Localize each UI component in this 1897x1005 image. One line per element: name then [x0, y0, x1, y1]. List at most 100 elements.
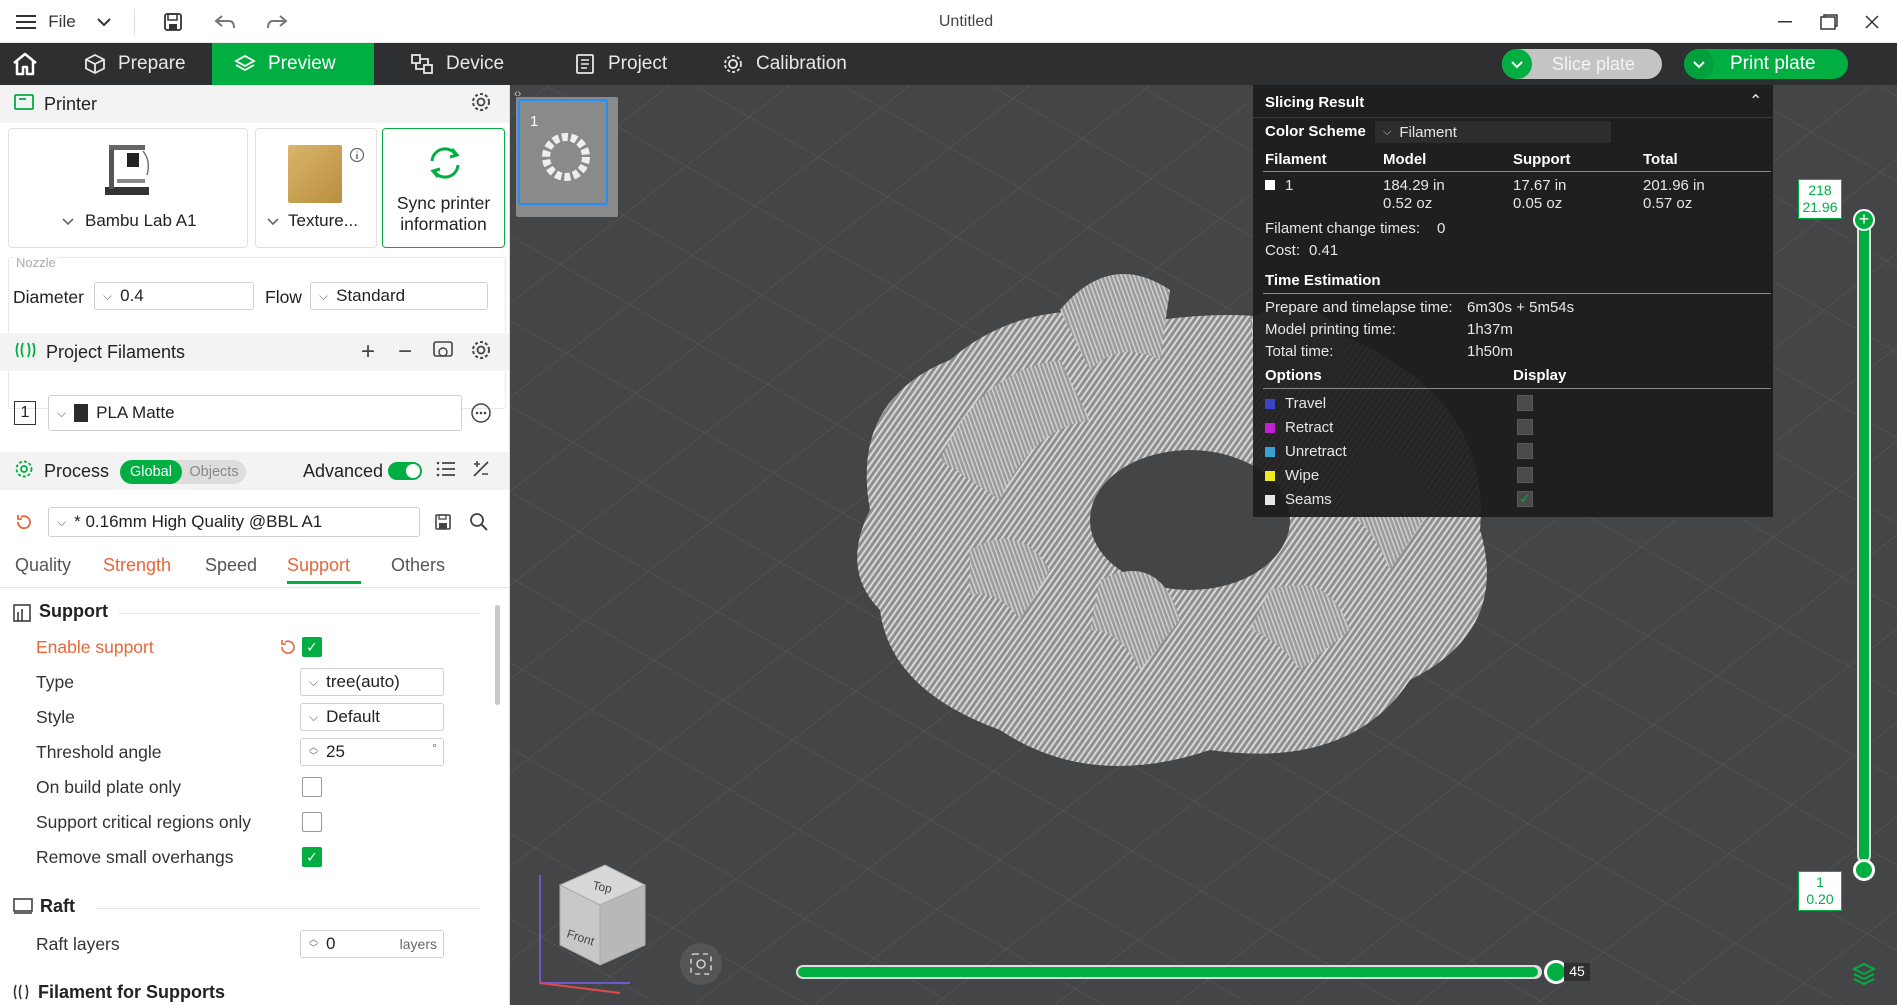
- process-preset-select[interactable]: ⌵ * 0.16mm High Quality @BBL A1: [48, 507, 420, 537]
- diameter-select[interactable]: ⌵ 0.4: [94, 282, 254, 310]
- subtab-strength[interactable]: Strength: [103, 555, 171, 576]
- chevron-down-icon[interactable]: [1502, 49, 1532, 79]
- device-icon: [411, 54, 433, 74]
- chevron-down-icon: ⌵: [309, 674, 319, 689]
- redo-icon[interactable]: [264, 0, 290, 43]
- print-plate-button[interactable]: Print plate: [1684, 49, 1848, 79]
- file-menu[interactable]: File: [42, 0, 82, 43]
- travel-display-checkbox[interactable]: [1517, 395, 1533, 411]
- home-icon[interactable]: [0, 43, 50, 85]
- total-time-value: 1h50m: [1467, 343, 1513, 360]
- chevron-down-icon[interactable]: [92, 0, 116, 43]
- support-group-icon: [13, 604, 31, 627]
- view-navigation-cube[interactable]: Top Front: [530, 855, 660, 995]
- sync-printer-button[interactable]: Sync printer information: [382, 128, 505, 248]
- filament-change-label: Filament change times:: [1265, 220, 1421, 237]
- subtab-others[interactable]: Others: [391, 555, 445, 576]
- undo-icon[interactable]: [212, 0, 238, 43]
- layer-slider-top-thumb[interactable]: +: [1853, 209, 1875, 231]
- printer-icon: [14, 93, 34, 116]
- layer-slider-bottom-thumb[interactable]: [1853, 859, 1875, 881]
- objects-toggle[interactable]: Objects: [182, 460, 246, 484]
- flow-label: Flow: [265, 287, 302, 307]
- hamburger-menu-icon[interactable]: [14, 0, 38, 43]
- settings-gear-icon[interactable]: [470, 91, 492, 118]
- chevron-down-icon[interactable]: [61, 217, 75, 226]
- info-icon[interactable]: [349, 147, 365, 168]
- tab-prepare[interactable]: Prepare: [62, 43, 208, 85]
- save-icon[interactable]: [160, 0, 186, 43]
- filament-column-header: Filament: [1265, 151, 1327, 168]
- support-type-select[interactable]: ⌵ tree(auto): [300, 668, 444, 696]
- retract-display-checkbox[interactable]: [1517, 419, 1533, 435]
- camera-reset-button[interactable]: [680, 943, 722, 985]
- printer-section-header: Printer: [0, 85, 509, 123]
- tab-device[interactable]: Device: [388, 43, 526, 85]
- printer-thumbnail: [99, 139, 155, 204]
- maximize-icon[interactable]: [1816, 0, 1842, 43]
- more-options-icon[interactable]: [470, 402, 492, 429]
- model-column-header: Model: [1383, 151, 1427, 168]
- color-scheme-select[interactable]: ⌵ Filament: [1375, 121, 1611, 143]
- chevron-down-icon: ⌵: [57, 405, 67, 420]
- subtab-quality[interactable]: Quality: [15, 555, 71, 576]
- filament-select[interactable]: ⌵ PLA Matte: [48, 395, 462, 431]
- flow-select[interactable]: ⌵ Standard: [310, 282, 488, 310]
- filament-settings-gear-icon[interactable]: [470, 339, 492, 366]
- chevron-down-icon[interactable]: [1684, 49, 1714, 79]
- scope-toggle[interactable]: Global Objects: [120, 460, 246, 484]
- add-filament-icon[interactable]: +: [361, 338, 375, 366]
- critical-regions-checkbox[interactable]: [302, 812, 322, 832]
- printer-model-card[interactable]: Bambu Lab A1: [8, 128, 248, 248]
- list-icon[interactable]: [436, 460, 456, 483]
- chevron-down-icon: ⌵: [309, 709, 319, 724]
- layers-toggle-icon[interactable]: [1851, 961, 1877, 992]
- plate-thumbnail-panel[interactable]: 1: [516, 97, 618, 217]
- minimize-icon[interactable]: [1774, 0, 1798, 43]
- subtab-support[interactable]: Support: [287, 555, 350, 576]
- support-column-header: Support: [1513, 151, 1571, 168]
- build-plate-only-checkbox[interactable]: [302, 777, 322, 797]
- retract-color-swatch: [1265, 423, 1275, 433]
- camera-icon: [690, 953, 712, 975]
- cost-label: Cost:: [1265, 242, 1301, 259]
- wipe-display-checkbox[interactable]: [1517, 467, 1533, 483]
- support-style-select[interactable]: ⌵ Default: [300, 703, 444, 731]
- plate-type-card[interactable]: Texture...: [255, 128, 377, 248]
- close-icon[interactable]: [1860, 0, 1884, 43]
- reset-icon[interactable]: [279, 638, 297, 661]
- compare-icon[interactable]: [471, 459, 491, 484]
- subtab-speed[interactable]: Speed: [205, 555, 257, 576]
- advanced-toggle-switch[interactable]: [388, 462, 422, 480]
- chevron-down-icon[interactable]: [266, 217, 280, 226]
- tab-preview[interactable]: Preview: [212, 43, 374, 85]
- raft-layers-label: Raft layers: [36, 933, 120, 954]
- stepper-icon[interactable]: ︿ ﹀: [309, 743, 318, 761]
- divider: [118, 613, 480, 614]
- global-toggle[interactable]: Global: [120, 460, 182, 484]
- layer-top-readout: 218 21.96: [1798, 179, 1842, 219]
- tab-project[interactable]: Project: [552, 43, 689, 85]
- save-preset-icon[interactable]: [434, 513, 452, 536]
- slice-plate-button[interactable]: Slice plate: [1502, 49, 1662, 79]
- active-subtab-underline: [287, 581, 361, 584]
- remove-overhangs-checkbox[interactable]: ✓: [302, 847, 322, 867]
- filament-sync-icon[interactable]: [432, 340, 454, 365]
- reset-icon[interactable]: [14, 512, 34, 537]
- remove-filament-icon[interactable]: −: [398, 338, 412, 366]
- layer-slider-track[interactable]: [1857, 213, 1871, 863]
- collapse-panel-icon[interactable]: ⌃: [1749, 91, 1762, 111]
- threshold-angle-input[interactable]: ︿ ﹀ 25 °: [300, 738, 444, 766]
- seams-display-checkbox[interactable]: ✓: [1517, 491, 1533, 507]
- model-time-value: 1h37m: [1467, 321, 1513, 338]
- sync-icon: [426, 145, 464, 186]
- tab-calibration[interactable]: Calibration: [700, 43, 869, 85]
- type-label: Type: [36, 671, 74, 692]
- move-slider-track[interactable]: [796, 965, 1542, 979]
- unretract-display-checkbox[interactable]: [1517, 443, 1533, 459]
- settings-scrollbar[interactable]: [495, 605, 500, 705]
- search-icon[interactable]: [469, 512, 489, 537]
- stepper-icon[interactable]: ︿ ﹀: [309, 935, 318, 953]
- raft-layers-input[interactable]: ︿ ﹀ 0 layers: [300, 930, 444, 958]
- enable-support-checkbox[interactable]: ✓: [302, 637, 322, 657]
